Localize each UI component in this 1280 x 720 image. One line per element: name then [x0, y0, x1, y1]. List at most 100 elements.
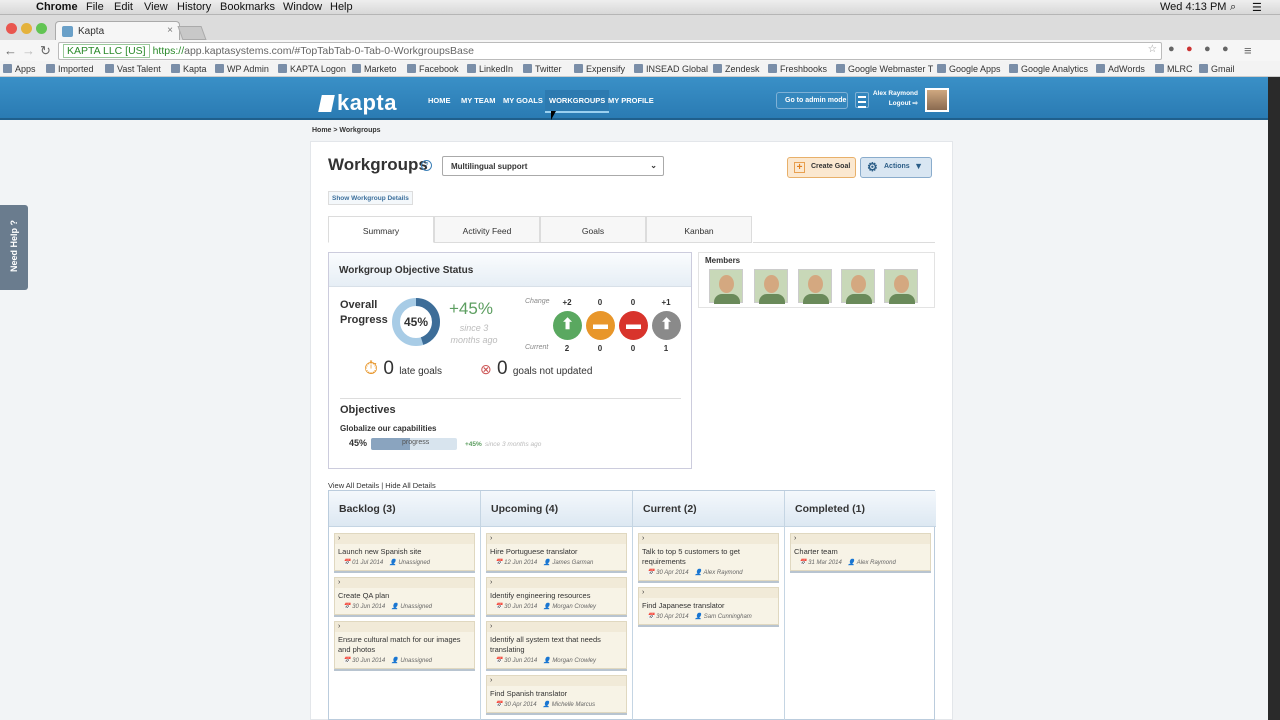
at-risk-dash-icon[interactable]: ▬ [586, 311, 615, 340]
member-avatar[interactable] [884, 269, 918, 304]
objective-name[interactable]: Globalize our capabilities [340, 424, 436, 433]
goal-card[interactable]: › Ensure cultural match for our images an… [334, 621, 475, 669]
tab-summary[interactable]: Summary [328, 216, 434, 243]
menu-bookmarks[interactable]: Bookmarks [220, 1, 275, 13]
minimize-window-button[interactable] [21, 23, 32, 34]
spotlight-icon[interactable]: ⌕ [1230, 1, 1236, 14]
goal-card[interactable]: › Find Japanese translator 📅 30 Apr 2014 👤 … [638, 587, 779, 625]
member-avatar[interactable] [754, 269, 788, 304]
nav-my-goals[interactable]: MY GOALS [503, 96, 543, 105]
expand-chevron-icon[interactable]: › [335, 622, 474, 632]
extension-icon[interactable]: ● [1168, 43, 1175, 55]
menu-icon[interactable]: ≡ [1244, 43, 1252, 58]
late-goals-stat[interactable]: ⏱ 0 late goals [364, 358, 442, 380]
hamburger-menu-icon[interactable] [855, 92, 869, 108]
bookmark-item[interactable]: Google Apps [937, 64, 1001, 74]
expand-chevron-icon[interactable]: › [639, 588, 778, 598]
bookmark-item[interactable]: Imported [46, 64, 94, 74]
bookmark-item[interactable]: Freshbooks [768, 64, 827, 74]
completed-arrow-up-icon[interactable]: ⬆ [652, 311, 681, 340]
goal-card[interactable]: › Identify all system text that needs tra… [486, 621, 627, 669]
expand-chevron-icon[interactable]: › [487, 534, 626, 544]
bookmark-item[interactable]: Marketo [352, 64, 397, 74]
bookmark-item[interactable]: Apps [3, 64, 36, 74]
nav-home[interactable]: HOME [428, 96, 451, 105]
expand-chevron-icon[interactable]: › [335, 578, 474, 588]
expand-chevron-icon[interactable]: › [335, 534, 474, 544]
notifications-icon[interactable]: ☰ [1252, 1, 1262, 14]
clock[interactable]: Wed 4:13 PM [1160, 1, 1226, 13]
blocked-no-entry-icon[interactable]: ▬ [619, 311, 648, 340]
back-icon[interactable]: ← [4, 43, 17, 58]
nav-my-team[interactable]: MY TEAM [461, 96, 495, 105]
app-menu[interactable]: Chrome [36, 1, 78, 13]
extension-icon[interactable]: ● [1204, 43, 1211, 55]
bookmark-item[interactable]: Zendesk [713, 64, 760, 74]
goal-card[interactable]: › Create QA plan 📅 30 Jun 2014 👤 Unassigned [334, 577, 475, 615]
bookmark-item[interactable]: Gmail [1199, 64, 1235, 74]
bookmark-item[interactable]: INSEAD Global [634, 64, 708, 74]
member-avatar[interactable] [798, 269, 832, 304]
member-avatar[interactable] [709, 269, 743, 304]
breadcrumb[interactable]: Home > Workgroups [312, 127, 381, 134]
address-bar[interactable]: KAPTA LLC [US] https://app.kaptasystems.c… [58, 42, 1162, 60]
browser-tab[interactable]: Kapta × [55, 21, 180, 41]
on-track-arrow-up-icon[interactable]: ⬆ [553, 311, 582, 340]
expand-chevron-icon[interactable]: › [791, 534, 930, 544]
admin-mode-button[interactable]: Go to admin mode [776, 92, 848, 109]
bookmark-item[interactable]: MLRC [1155, 64, 1193, 74]
expand-chevron-icon[interactable]: › [487, 676, 626, 686]
member-avatar[interactable] [841, 269, 875, 304]
goal-card[interactable]: › Talk to top 5 customers to get requirem… [638, 533, 779, 581]
expand-chevron-icon[interactable]: › [487, 578, 626, 588]
bookmark-item[interactable]: Twitter [523, 64, 562, 74]
goal-card[interactable]: › Charter team 📅 31 Mar 2014 👤 Alex Raymond [790, 533, 931, 571]
kapta-logo[interactable]: kapta [318, 90, 397, 116]
not-updated-stat[interactable]: ⊗ 0 goals not updated [480, 358, 592, 380]
menu-file[interactable]: File [86, 1, 104, 13]
extension-icon[interactable]: ● [1186, 43, 1193, 55]
forward-icon[interactable]: → [22, 43, 35, 58]
close-tab-icon[interactable]: × [167, 25, 173, 36]
menu-window[interactable]: Window [283, 1, 322, 13]
bookmark-item[interactable]: Expensify [574, 64, 625, 74]
reload-icon[interactable]: ↻ [40, 43, 51, 59]
view-hide-details-links[interactable]: View All Details | Hide All Details [328, 481, 436, 490]
create-goal-button[interactable]: + Create Goal [787, 157, 856, 178]
bookmark-item[interactable]: Vast Talent [105, 64, 161, 74]
tab-goals[interactable]: Goals [540, 216, 646, 243]
ev-certificate-badge[interactable]: KAPTA LLC [US] [63, 44, 150, 58]
bookmark-item[interactable]: Google Webmaster T [836, 64, 933, 74]
tab-kanban[interactable]: Kanban [646, 216, 752, 243]
tab-activity-feed[interactable]: Activity Feed [434, 216, 540, 243]
bookmark-item[interactable]: KAPTA Logon [278, 64, 346, 74]
close-window-button[interactable] [6, 23, 17, 34]
goal-card[interactable]: › Find Spanish translator 📅 30 Apr 2014 👤 M… [486, 675, 627, 713]
bookmark-item[interactable]: AdWords [1096, 64, 1145, 74]
bookmark-item[interactable]: WP Admin [215, 64, 269, 74]
extension-icon[interactable]: ● [1222, 43, 1229, 55]
bookmark-star-icon[interactable]: ☆ [1148, 43, 1157, 55]
expand-chevron-icon[interactable]: › [639, 534, 778, 544]
workgroup-select[interactable]: Multilingual support ⌄ [442, 156, 664, 176]
zoom-window-button[interactable] [36, 23, 47, 34]
bookmark-item[interactable]: Kapta [171, 64, 207, 74]
logout-link[interactable]: Logout ⇨ [872, 99, 918, 109]
goal-card[interactable]: › Hire Portuguese translator 📅 12 Jun 2014… [486, 533, 627, 571]
bookmark-item[interactable]: Facebook [407, 64, 459, 74]
menu-help[interactable]: Help [330, 1, 353, 13]
new-tab-button[interactable] [177, 26, 207, 40]
show-workgroup-details-button[interactable]: Show Workgroup Details [328, 191, 413, 205]
help-icon[interactable]: ? [421, 160, 432, 171]
expand-chevron-icon[interactable]: › [487, 622, 626, 632]
bookmark-item[interactable]: LinkedIn [467, 64, 513, 74]
user-menu[interactable]: Alex Raymond Logout ⇨ [872, 89, 918, 109]
avatar[interactable] [925, 88, 949, 112]
bookmark-item[interactable]: Google Analytics [1009, 64, 1088, 74]
menu-edit[interactable]: Edit [114, 1, 133, 13]
menu-history[interactable]: History [177, 1, 211, 13]
actions-button[interactable]: ⚙ Actions ▼ [860, 157, 932, 178]
menu-view[interactable]: View [144, 1, 168, 13]
goal-card[interactable]: › Launch new Spanish site 📅 01 Jul 2014 👤 U… [334, 533, 475, 571]
need-help-tab[interactable]: Need Help ? [0, 205, 28, 290]
